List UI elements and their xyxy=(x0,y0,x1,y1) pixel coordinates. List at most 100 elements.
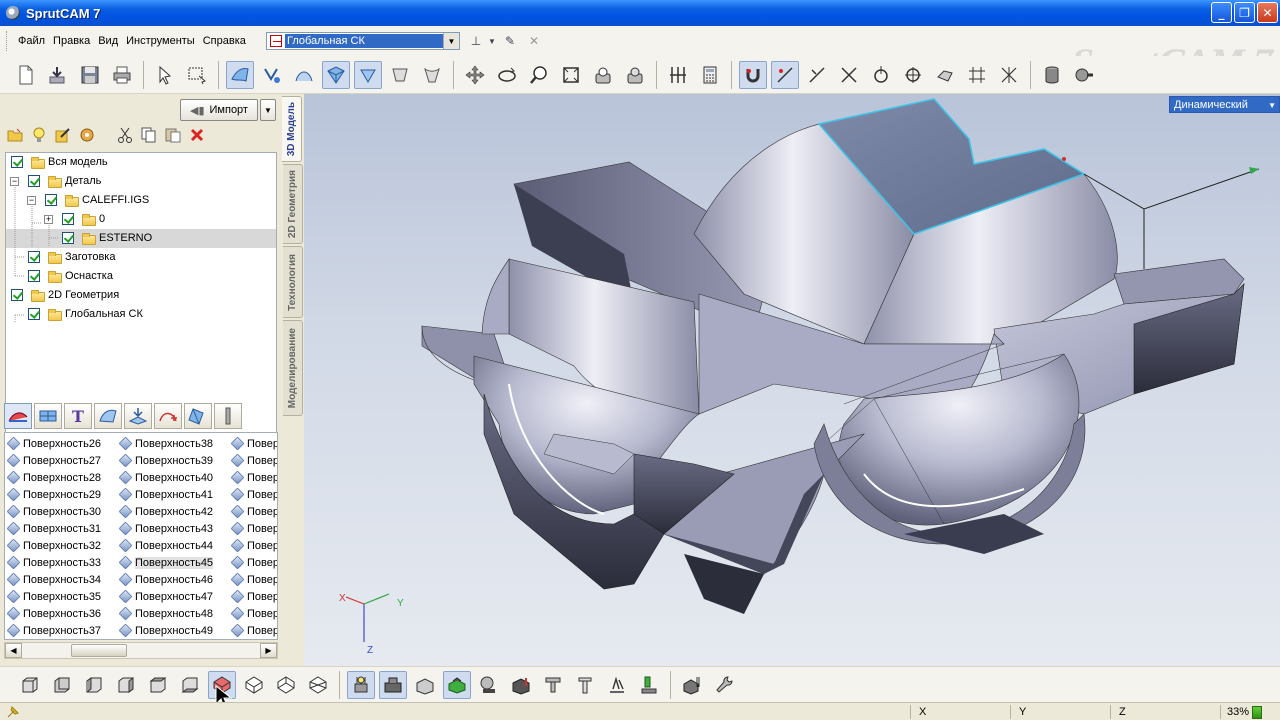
tab-2d-geometry[interactable]: 2D Геометрия xyxy=(283,164,303,244)
paste-icon[interactable] xyxy=(164,126,182,144)
surface-tool-6-icon[interactable] xyxy=(154,403,182,429)
machine-setup-icon[interactable] xyxy=(678,671,706,699)
show-machine-icon[interactable] xyxy=(635,671,663,699)
surface-list-item[interactable]: Поверхность36 xyxy=(6,605,101,622)
select-point-icon[interactable] xyxy=(258,61,286,89)
surface-list-item[interactable]: Поверхность29 xyxy=(6,486,101,503)
surface-list-item[interactable]: Повер xyxy=(230,588,277,605)
menu-help[interactable]: Справка xyxy=(199,35,250,47)
minimize-button[interactable]: _ xyxy=(1211,2,1232,23)
view-iso-1-icon[interactable] xyxy=(240,671,268,699)
select-window-icon[interactable] xyxy=(183,61,211,89)
surface-list-item[interactable]: Повер xyxy=(230,622,277,639)
surface-list-item[interactable]: Поверхность39 xyxy=(118,452,213,469)
save-icon[interactable] xyxy=(76,61,104,89)
surface-list-item[interactable]: Поверхность27 xyxy=(6,452,101,469)
menu-file[interactable]: Файл xyxy=(14,35,49,47)
snap-tangent-icon[interactable] xyxy=(899,61,927,89)
surface-list-item[interactable]: Повер xyxy=(230,435,277,452)
surface-list-item[interactable]: Поверхность41 xyxy=(118,486,213,503)
cylinder-icon[interactable] xyxy=(1038,61,1066,89)
import-icon[interactable] xyxy=(44,61,72,89)
surface-list-item[interactable]: Поверхность46 xyxy=(118,571,213,588)
select-shell-icon[interactable] xyxy=(418,61,446,89)
select-cursor-icon[interactable] xyxy=(151,61,179,89)
snap-end-icon[interactable] xyxy=(803,61,831,89)
chevron-down-icon[interactable]: ▼ xyxy=(443,33,459,49)
show-spindle-icon[interactable] xyxy=(571,671,599,699)
render-icon[interactable] xyxy=(1070,61,1098,89)
pan-icon[interactable] xyxy=(461,61,489,89)
surface-list-item[interactable]: Поверхность48 xyxy=(118,605,213,622)
view-iso-2-icon[interactable] xyxy=(272,671,300,699)
surface-list-item[interactable]: Повер xyxy=(230,537,277,554)
view-back-icon[interactable] xyxy=(48,671,76,699)
chevron-down-icon[interactable]: ▼ xyxy=(484,33,500,49)
surface-list-item[interactable]: Повер xyxy=(230,486,277,503)
zoom-icon[interactable] xyxy=(525,61,553,89)
view-left-icon[interactable] xyxy=(80,671,108,699)
properties-icon[interactable] xyxy=(78,126,96,144)
edit-icon[interactable] xyxy=(54,126,72,144)
calculator-icon[interactable] xyxy=(696,61,724,89)
show-part-icon[interactable] xyxy=(411,671,439,699)
cs-delete-icon[interactable]: ✕ xyxy=(526,33,542,49)
coord-system-select[interactable]: Глобальная СК ▼ xyxy=(266,32,460,50)
snap-intersection-icon[interactable] xyxy=(835,61,863,89)
show-fixture-icon[interactable] xyxy=(443,670,471,699)
show-operation-icon[interactable] xyxy=(347,670,375,699)
view-front-icon[interactable] xyxy=(16,671,44,699)
print-icon[interactable] xyxy=(108,61,136,89)
menu-edit[interactable]: Правка xyxy=(49,35,94,47)
cs-axes-icon[interactable]: ⊥ xyxy=(468,33,484,49)
zoom-all-icon[interactable] xyxy=(621,61,649,89)
surface-list-item[interactable]: Повер xyxy=(230,554,277,571)
menu-tools[interactable]: Инструменты xyxy=(122,35,199,47)
app-icon[interactable] xyxy=(6,6,20,20)
tab-3d-model[interactable]: 3D Модель xyxy=(282,96,302,162)
snap-line-icon[interactable] xyxy=(771,60,799,89)
surface-tool-8-icon[interactable] xyxy=(214,403,242,429)
surface-tool-7-icon[interactable] xyxy=(184,403,212,429)
rotate-icon[interactable] xyxy=(493,61,521,89)
open-folder-icon[interactable] xyxy=(6,126,24,144)
surface-list-item[interactable]: Поверхность40 xyxy=(118,469,213,486)
select-mesh-icon[interactable] xyxy=(322,60,350,89)
view-bottom-icon[interactable] xyxy=(176,671,204,699)
view-mode-select[interactable]: Динамический ▼ xyxy=(1169,96,1280,113)
snap-off-icon[interactable] xyxy=(995,61,1023,89)
show-holder-icon[interactable] xyxy=(539,671,567,699)
3d-model[interactable] xyxy=(304,94,1280,666)
tab-simulation[interactable]: Моделирование xyxy=(283,320,303,416)
surface-tool-1-icon[interactable] xyxy=(4,403,32,429)
surface-list-item[interactable]: Поверхность47 xyxy=(118,588,213,605)
surface-list-item[interactable]: Поверхность26 xyxy=(6,435,101,452)
surface-tool-2-icon[interactable] xyxy=(34,403,62,429)
surface-list-item[interactable]: Поверхность37 xyxy=(6,622,101,639)
measure-icon[interactable] xyxy=(664,61,692,89)
3d-viewport[interactable]: X Y Z Динамический ▼ xyxy=(304,94,1280,666)
surface-list-item[interactable]: Повер xyxy=(230,452,277,469)
surface-list-item[interactable]: Повер xyxy=(230,503,277,520)
zoom-window-icon[interactable] xyxy=(557,61,585,89)
surface-list-item[interactable]: Повер xyxy=(230,469,277,486)
tab-technology[interactable]: Технология xyxy=(283,246,303,318)
import-button[interactable]: ◀▮ Импорт xyxy=(180,99,258,121)
surface-list-item[interactable]: Повер xyxy=(230,520,277,537)
text-tool-icon[interactable]: T xyxy=(64,403,92,429)
surface-list-scrollbar[interactable]: ◀ ▶ xyxy=(4,642,278,659)
scroll-right-icon[interactable]: ▶ xyxy=(260,643,277,658)
view-top-icon[interactable] xyxy=(144,671,172,699)
lightbulb-icon[interactable] xyxy=(30,126,48,144)
surface-list-item[interactable]: Поверхность33 xyxy=(6,554,101,571)
delete-icon[interactable] xyxy=(188,126,206,144)
surface-list-item[interactable]: Поверхность43 xyxy=(118,520,213,537)
magnet-icon[interactable] xyxy=(739,60,767,89)
zoom-fit-icon[interactable] xyxy=(589,61,617,89)
import-dropdown-button[interactable]: ▼ xyxy=(260,99,276,121)
surface-list-item[interactable]: Поверхность45 xyxy=(118,554,214,571)
surface-tool-4-icon[interactable] xyxy=(94,403,122,429)
menu-view[interactable]: Вид xyxy=(94,35,122,47)
close-button[interactable]: ✕ xyxy=(1257,2,1278,23)
surface-list-item[interactable]: Повер xyxy=(230,605,277,622)
